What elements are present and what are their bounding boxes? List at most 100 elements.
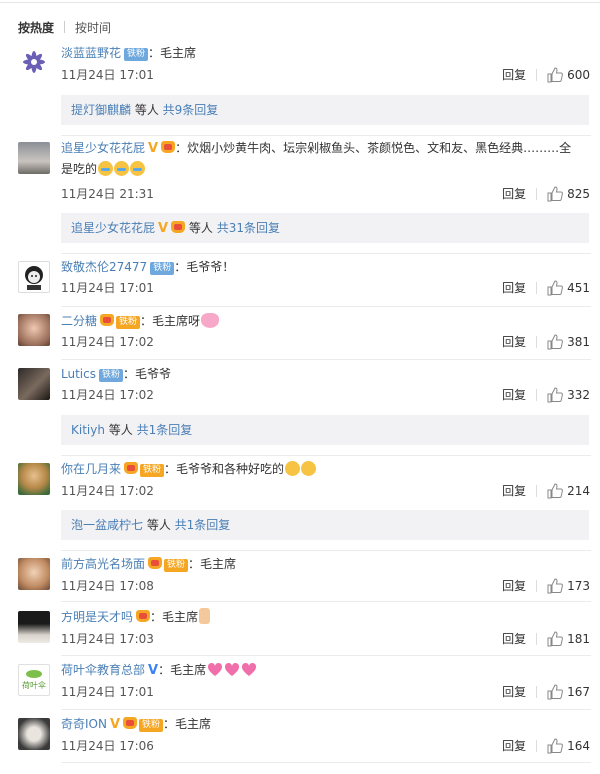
sub-replies-box[interactable]: 泡一盆咸柠七 等人 共1条回复 [61, 510, 589, 540]
sort-by-time-tab[interactable]: 按时间 [75, 19, 111, 36]
comment-time: 11月24日 17:03 [61, 632, 154, 646]
comment-actions: 回复 600 [502, 67, 590, 83]
comment-actions: 回复 214 [502, 483, 590, 499]
username-link[interactable]: 致敬杰伦27477 [61, 260, 147, 274]
comment-actions: 回复 381 [502, 334, 590, 350]
username-link[interactable]: 荷叶伞教育总部 [61, 663, 145, 677]
sub-reply-mid: 等人 [185, 221, 217, 235]
crown-icon [171, 221, 186, 233]
thumbs-up-icon[interactable] [547, 631, 564, 647]
sub-reply-user[interactable]: Kitiyh [71, 423, 105, 437]
avatar[interactable] [18, 261, 50, 293]
sub-reply-count[interactable]: 共1条回复 [175, 518, 231, 532]
sub-replies-box[interactable]: 追星少女花花屁 V 等人 共31条回复 [61, 213, 589, 243]
avatar[interactable]: 荷叶伞 [18, 664, 50, 696]
action-divider [536, 580, 538, 592]
sub-replies-box[interactable]: 提灯御麒麟 等人 共9条回复 [61, 95, 589, 125]
fan-badge: 铁粉 [150, 262, 175, 275]
reply-button[interactable]: 回复 [502, 67, 526, 83]
reply-button[interactable]: 回复 [502, 483, 526, 499]
thumbs-up-icon[interactable] [547, 387, 564, 403]
sort-by-hot-tab[interactable]: 按热度 [18, 19, 54, 36]
username-link[interactable]: 追星少女花花屁 [61, 141, 145, 155]
sub-reply-count[interactable]: 共9条回复 [163, 103, 219, 117]
thumbs-up-icon[interactable] [547, 483, 564, 499]
crying-emoji-icon [98, 161, 114, 176]
like-count: 825 [567, 187, 590, 201]
sub-reply-count[interactable]: 共1条回复 [137, 423, 193, 437]
like-count: 167 [567, 685, 590, 699]
crown-icon [100, 314, 115, 326]
comment-text: ：毛主席呀 [140, 314, 201, 328]
reply-button[interactable]: 回复 [502, 280, 526, 296]
avatar[interactable] [18, 368, 50, 400]
fan-badge: 铁粉 [116, 316, 141, 329]
username-link[interactable]: 你在几月来 [61, 462, 121, 476]
like-count: 214 [567, 484, 590, 498]
sort-divider [64, 21, 66, 33]
comment-text: ：毛主席 [188, 557, 237, 571]
heart-emoji-icon [242, 662, 257, 676]
reply-button[interactable]: 回复 [502, 738, 526, 754]
thumbs-up-icon[interactable] [547, 67, 564, 83]
sub-reply-count[interactable]: 共31条回复 [217, 221, 280, 235]
comment-text: ：毛主席 [150, 610, 199, 624]
action-divider [536, 686, 538, 698]
fan-badge: 铁粉 [139, 719, 164, 732]
crown-icon [136, 610, 151, 622]
comment-text: ：毛爷爷 [122, 367, 171, 381]
thumbs-up-icon[interactable] [547, 334, 564, 350]
like-count: 332 [567, 388, 590, 402]
comment-divider [61, 655, 591, 656]
comment-text: ：毛主席 [158, 663, 207, 677]
reply-button[interactable]: 回复 [502, 684, 526, 700]
sub-reply-mid: 等人 [104, 423, 137, 437]
crown-icon [123, 717, 138, 729]
fan-badge: 铁粉 [164, 559, 189, 572]
username-link[interactable]: 二分糖 [61, 314, 97, 328]
comment-divider [61, 253, 591, 254]
svg-text:荷叶伞: 荷叶伞 [22, 680, 46, 690]
avatar[interactable] [18, 314, 50, 346]
thumbs-up-icon[interactable] [547, 186, 564, 202]
thumbs-up-icon[interactable] [547, 738, 564, 754]
heart-emoji-icon [208, 662, 223, 676]
username-link[interactable]: 淡蓝蓝野花 [61, 46, 121, 60]
username-link[interactable]: 方明是天才吗 [61, 610, 133, 624]
reply-button[interactable]: 回复 [502, 578, 526, 594]
sub-reply-user[interactable]: 泡一盆咸柠七 [71, 518, 143, 532]
avatar[interactable] [18, 46, 50, 78]
comment-text: ：毛爷爷和各种好吃的 [164, 462, 285, 476]
v-icon: V [148, 141, 159, 156]
reply-button[interactable]: 回复 [502, 387, 526, 403]
reply-button[interactable]: 回复 [502, 631, 526, 647]
reply-button[interactable]: 回复 [502, 186, 526, 202]
avatar[interactable] [18, 611, 50, 643]
comment-text: ：毛主席 [163, 717, 212, 731]
thumbs-up-icon[interactable] [547, 578, 564, 594]
avatar[interactable] [18, 142, 50, 174]
comment-actions: 回复 173 [502, 578, 590, 594]
sub-reply-user[interactable]: 追星少女花花屁 [71, 221, 155, 235]
like-count: 451 [567, 281, 590, 295]
comment-divider [61, 709, 591, 710]
username-link[interactable]: 前方高光名场面 [61, 557, 145, 571]
comment-time: 11月24日 17:01 [61, 685, 154, 699]
sub-replies-box[interactable]: Kitiyh 等人 共1条回复 [61, 415, 589, 445]
reply-button[interactable]: 回复 [502, 334, 526, 350]
avatar[interactable] [18, 558, 50, 590]
comment-time: 11月24日 17:02 [61, 484, 154, 498]
v-icon: V [109, 717, 121, 732]
thumbs-up-icon[interactable] [547, 280, 564, 296]
avatar[interactable] [18, 718, 50, 750]
v-icon: V [148, 663, 159, 678]
avatar[interactable] [18, 463, 50, 495]
action-divider [536, 188, 538, 200]
comment-actions: 回复 825 [502, 186, 590, 202]
action-divider [536, 389, 538, 401]
username-link[interactable]: 奇奇ION [61, 717, 107, 731]
sort-bar: 按热度 按时间 [18, 19, 111, 35]
username-link[interactable]: Lutics [61, 367, 96, 381]
sub-reply-user[interactable]: 提灯御麒麟 [71, 103, 131, 117]
thumbs-up-icon[interactable] [547, 684, 564, 700]
